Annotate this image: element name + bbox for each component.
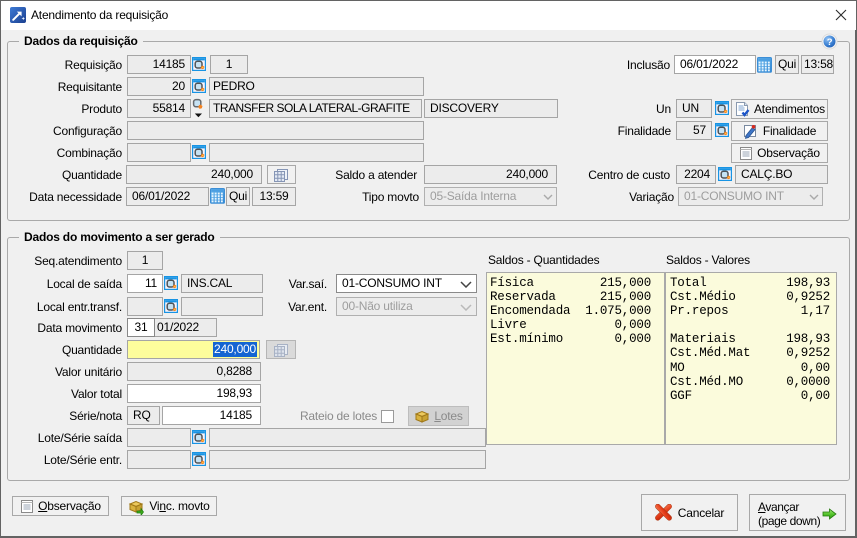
- svg-text:?: ?: [827, 37, 833, 48]
